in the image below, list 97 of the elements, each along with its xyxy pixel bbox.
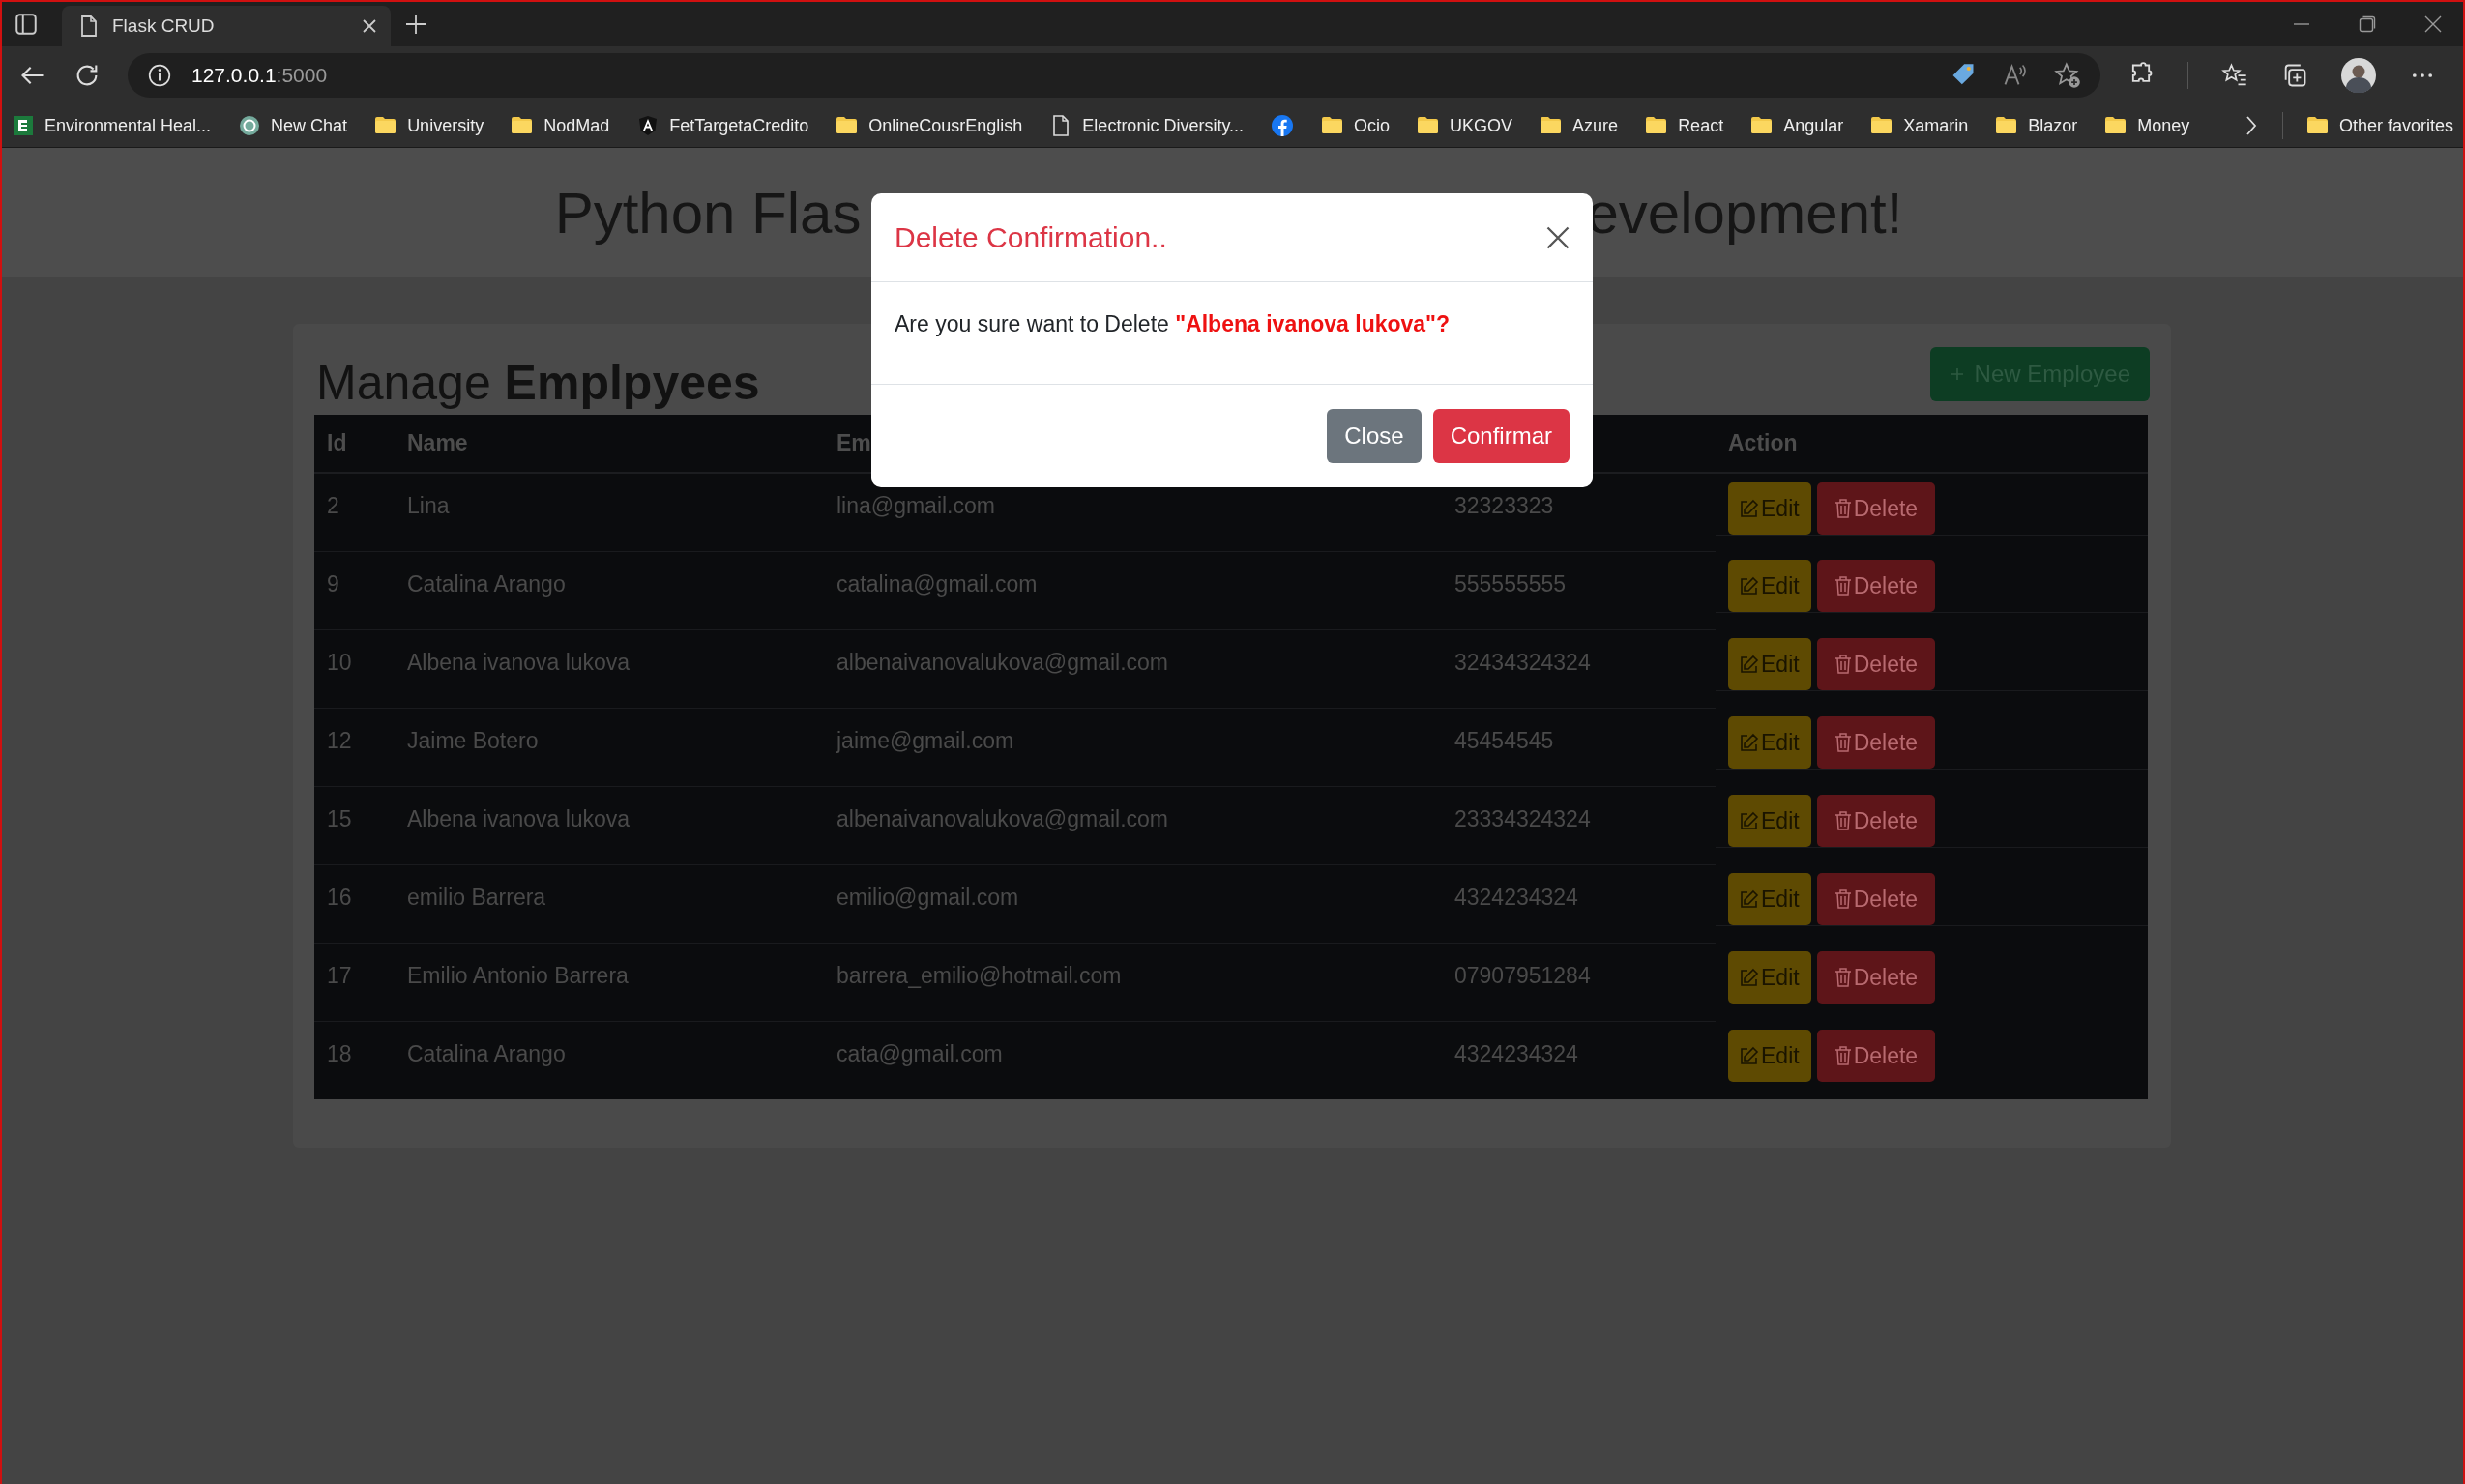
table-cell: 555555555	[1442, 551, 1716, 629]
table-cell: Albena ivanova lukova	[395, 629, 824, 708]
trash-icon	[1834, 576, 1852, 596]
table-cell: 2	[314, 473, 395, 551]
dialog-title: Delete Confirmation..	[895, 220, 1167, 254]
facebook-logo-icon[interactable]	[1271, 114, 1295, 137]
plus-icon	[1949, 366, 1965, 382]
bookmark[interactable]: Electronic Diversity...	[1049, 114, 1245, 137]
bookmark[interactable]: Blazor	[1995, 114, 2078, 137]
trash-icon	[1834, 733, 1852, 752]
table-cell: 18	[314, 1021, 395, 1099]
bookmark[interactable]: OnlineCousrEnglish	[836, 114, 1023, 137]
close-button[interactable]: Close	[1327, 409, 1422, 463]
section-heading: Manage Emplpyees	[316, 359, 760, 412]
table-cell: albenaivanovalukova@gmail.com	[824, 629, 1442, 708]
table-cell: Albena ivanova lukova	[395, 786, 824, 864]
table-cell: 23334324324	[1442, 786, 1716, 864]
table-cell: 4324234324	[1442, 1021, 1716, 1099]
page-title: evelopment!	[1586, 179, 1903, 247]
trash-icon	[1834, 889, 1852, 909]
page-title: Python Flas	[554, 179, 862, 247]
delete-button[interactable]: Delete	[1816, 716, 1936, 769]
delete-button[interactable]: Delete	[1816, 951, 1936, 1004]
column-header: Action	[1716, 415, 2148, 473]
table-cell: Jaime Botero	[395, 708, 824, 786]
table-cell: Catalina Arango	[395, 1021, 824, 1099]
delete-button[interactable]: Delete	[1816, 795, 1936, 847]
trash-icon	[1834, 811, 1852, 830]
trash-icon	[1834, 1046, 1852, 1065]
table-cell: 4324234324	[1442, 864, 1716, 943]
delete-button[interactable]: Delete	[1816, 560, 1936, 612]
table-cell: emilio Barrera	[395, 864, 824, 943]
table-cell: 9	[314, 551, 395, 629]
table-cell: 15	[314, 786, 395, 864]
table-cell: jaime@gmail.com	[824, 708, 1442, 786]
bookmark[interactable]: Angular	[1750, 114, 1844, 137]
edit-icon	[1740, 811, 1759, 830]
bookmark[interactable]: Other favorites	[2305, 114, 2453, 137]
delete-button[interactable]: Delete	[1816, 482, 1936, 535]
bookmark[interactable]: UKGOV	[1417, 114, 1513, 137]
column-header: Id	[314, 415, 395, 473]
bookmark[interactable]: Azure	[1540, 114, 1619, 137]
table-cell: cata@gmail.com	[824, 1021, 1442, 1099]
close-icon[interactable]	[362, 18, 377, 34]
table-cell: catalina@gmail.com	[824, 551, 1442, 629]
edit-icon	[1740, 968, 1759, 987]
bookmark[interactable]: NodMad	[511, 114, 610, 137]
table-cell: 17	[314, 943, 395, 1021]
tab-title: Flask CRUD	[112, 15, 216, 37]
table-cell: 07907951284	[1442, 943, 1716, 1021]
page-icon	[79, 15, 99, 38]
delete-button[interactable]: Delete	[1816, 638, 1936, 690]
table-cell: 32434324324	[1442, 629, 1716, 708]
bookmark[interactable]: University	[374, 114, 484, 137]
url-text: 127.0.0.1:5000	[191, 64, 328, 87]
bookmark[interactable]: Xamarin	[1870, 114, 1969, 137]
edit-icon	[1740, 499, 1759, 518]
profile-avatar-icon[interactable]	[2341, 58, 2376, 93]
edit-icon	[1740, 1046, 1759, 1065]
bookmark[interactable]: Environmental Heal...	[12, 114, 212, 137]
edit-icon	[1740, 733, 1759, 752]
chat-logo-icon	[238, 114, 262, 137]
new-tab-icon[interactable]	[404, 13, 427, 36]
info-icon[interactable]	[147, 63, 172, 88]
close-icon[interactable]	[2424, 15, 2442, 33]
restore-icon[interactable]	[2359, 15, 2376, 33]
trash-icon	[1834, 968, 1852, 987]
confirm-button[interactable]: Confirmar	[1432, 409, 1570, 463]
table-cell: 12	[314, 708, 395, 786]
table-cell: 45454545	[1442, 708, 1716, 786]
confirmation-message: Are you sure want to Delete "Albena ivanova lukova"?	[895, 311, 1452, 337]
table-cell: Catalina Arango	[395, 551, 824, 629]
column-header: Name	[395, 415, 824, 473]
table-cell: Emilio Antonio Barrera	[395, 943, 824, 1021]
table-cell: 10	[314, 629, 395, 708]
bookmark[interactable]: React	[1645, 114, 1724, 137]
table-cell: emilio@gmail.com	[824, 864, 1442, 943]
browser-tab[interactable]: Flask CRUD	[62, 6, 391, 46]
edit-icon	[1740, 576, 1759, 596]
table-cell: albenaivanovalukova@gmail.com	[824, 786, 1442, 864]
tab-actions-icon[interactable]	[14, 12, 39, 37]
bookmark[interactable]: New Chat	[238, 114, 348, 137]
address-field[interactable]: 127.0.0.1:5000	[128, 53, 2100, 98]
table-cell: 16	[314, 864, 395, 943]
trash-icon	[1834, 655, 1852, 674]
bookmark[interactable]: FetTargetaCredito	[636, 114, 809, 137]
site-logo-icon	[12, 114, 35, 137]
table-cell: barrera_emilio@hotmail.com	[824, 943, 1442, 1021]
star-plus-icon[interactable]	[2054, 62, 2081, 89]
delete-button[interactable]: Delete	[1816, 873, 1936, 925]
trash-icon	[1834, 499, 1852, 518]
delete-button[interactable]: Delete	[1816, 1030, 1936, 1082]
bookmark[interactable]: Ocio	[1321, 114, 1391, 137]
bookmark[interactable]: Money	[2104, 114, 2190, 137]
table-cell: Lina	[395, 473, 824, 551]
edit-icon	[1740, 655, 1759, 674]
edit-icon	[1740, 889, 1759, 909]
